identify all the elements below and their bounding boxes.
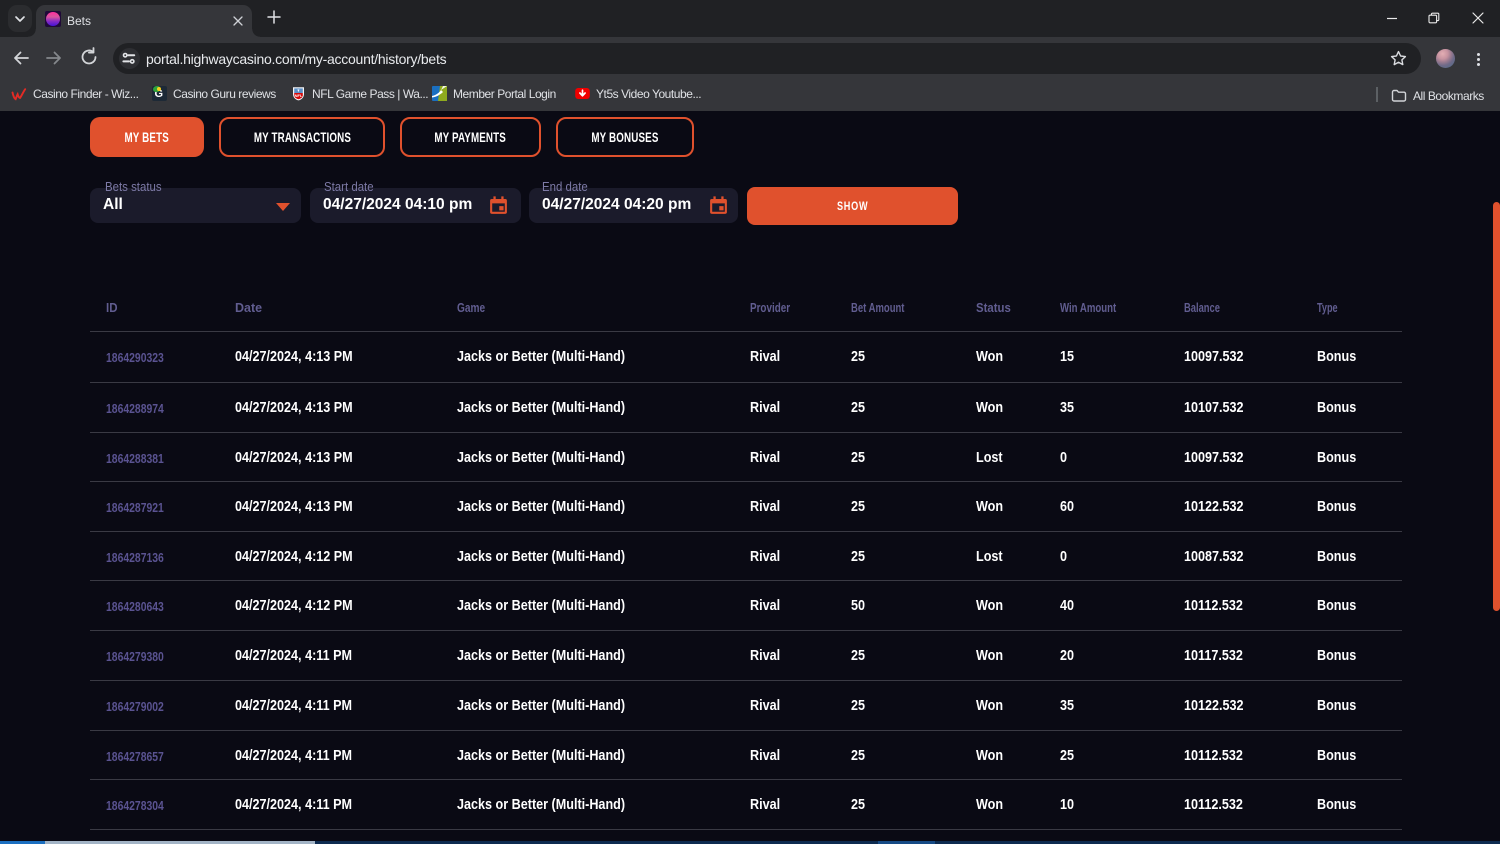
svg-text:NFL: NFL bbox=[295, 93, 303, 98]
